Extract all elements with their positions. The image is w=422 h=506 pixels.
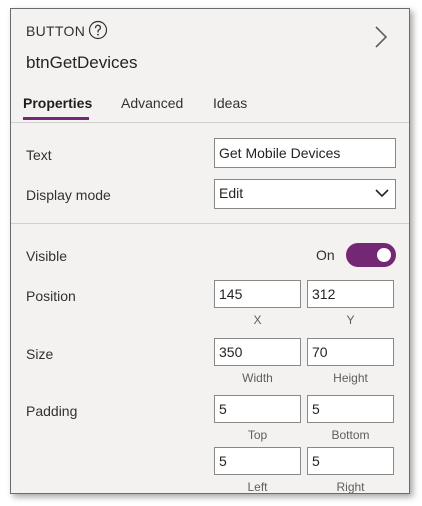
tab-properties[interactable]: Properties [23, 95, 92, 111]
position-y-input[interactable] [307, 280, 394, 308]
chevron-down-icon [375, 189, 389, 198]
padding-right-caption: Right [336, 480, 365, 494]
size-width-input[interactable] [214, 338, 301, 366]
padding-bottom-input[interactable] [307, 395, 394, 423]
size-width-caption: Width [242, 371, 273, 385]
position-label: Position [26, 288, 76, 304]
properties-panel: BUTTON btnGetDevices Properties Advanced… [10, 8, 410, 494]
position-y-caption: Y [346, 313, 355, 327]
text-input[interactable] [214, 138, 396, 168]
position-x-caption: X [253, 313, 262, 327]
section-divider [11, 223, 409, 224]
control-name: btnGetDevices [26, 53, 138, 72]
toggle-knob [377, 248, 391, 262]
size-height-caption: Height [333, 371, 368, 385]
padding-left-input[interactable] [214, 447, 301, 475]
position-x-input[interactable] [214, 280, 301, 308]
tab-ideas[interactable]: Ideas [213, 95, 247, 111]
visible-state-label: On [316, 247, 335, 263]
padding-top-input[interactable] [214, 395, 301, 423]
padding-bottom-caption: Bottom [331, 428, 370, 442]
visible-toggle[interactable] [346, 243, 396, 267]
padding-top-caption: Top [247, 428, 268, 442]
control-type-label: BUTTON [26, 23, 86, 39]
text-label: Text [26, 147, 52, 163]
padding-right-input[interactable] [307, 447, 394, 475]
chevron-right-icon[interactable] [374, 25, 388, 49]
tab-advanced[interactable]: Advanced [121, 95, 183, 111]
display-mode-dropdown[interactable]: Edit [214, 179, 396, 209]
tab-divider [11, 122, 409, 123]
padding-label: Padding [26, 403, 78, 419]
display-mode-value: Edit [219, 185, 244, 201]
active-tab-indicator [23, 117, 89, 120]
padding-left-caption: Left [247, 480, 268, 494]
size-label: Size [26, 346, 54, 362]
question-circle-icon[interactable] [88, 20, 108, 40]
display-mode-label: Display mode [26, 187, 111, 203]
visible-label: Visible [26, 248, 67, 264]
size-height-input[interactable] [307, 338, 394, 366]
